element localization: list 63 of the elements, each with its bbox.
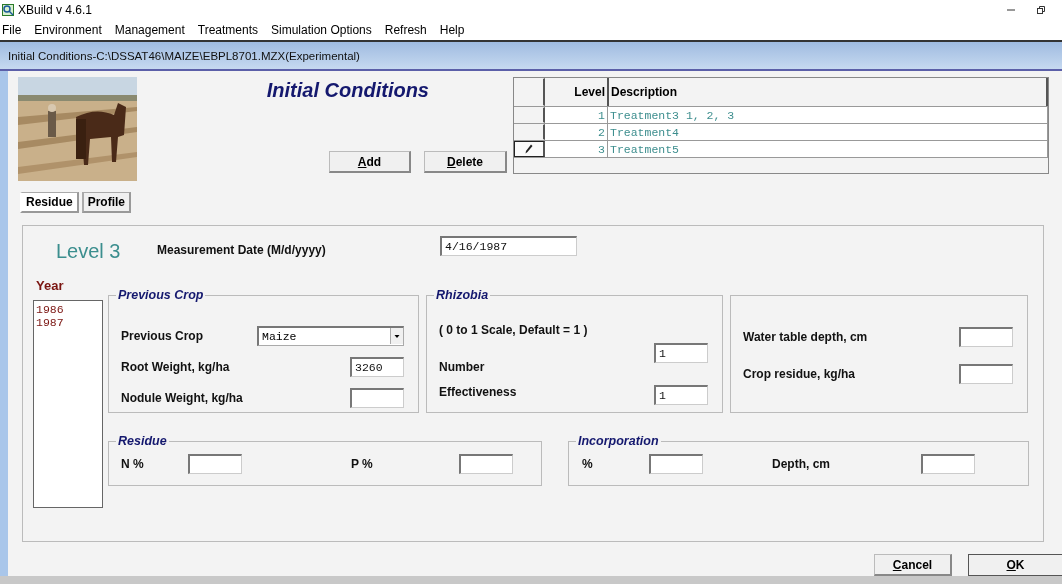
input-field[interactable] xyxy=(921,454,975,474)
group-title: Rhizobia xyxy=(434,288,491,302)
group-title: Incorporation xyxy=(576,434,661,448)
group-title: Previous Crop xyxy=(116,288,206,302)
table-cell: 3 xyxy=(545,141,608,157)
field-label: % xyxy=(582,457,594,471)
year-label: Year xyxy=(36,278,65,293)
pencil-icon xyxy=(525,144,533,154)
table-cell: 2 xyxy=(545,124,608,140)
field-label: Previous Crop xyxy=(121,328,204,343)
restore-icon[interactable] xyxy=(1036,5,1046,15)
input-field[interactable] xyxy=(649,454,703,474)
field-label: Root Weight, kg/ha xyxy=(121,359,230,374)
column-header[interactable]: Level xyxy=(545,78,609,106)
menu-item[interactable]: Help xyxy=(439,23,465,37)
group-title: Residue xyxy=(116,434,169,448)
menu-item[interactable]: Management xyxy=(114,23,185,37)
add-button[interactable]: Add xyxy=(329,151,411,173)
column-header[interactable]: Description xyxy=(609,78,1048,106)
input-field[interactable]: 3260 xyxy=(350,356,404,377)
input-field[interactable]: 1 xyxy=(654,343,708,363)
table-cell: Treatment3 1, 2, 3 xyxy=(608,107,1048,123)
menu-item[interactable]: Simulation Options xyxy=(271,23,372,37)
field-label: Nodule Weight, kg/ha xyxy=(121,390,243,405)
field-label: N % xyxy=(121,457,145,471)
delete-button[interactable]: Delete xyxy=(424,151,507,173)
cancel-button[interactable]: Cancel xyxy=(874,554,952,576)
menu-item[interactable]: Refresh xyxy=(384,23,427,37)
tab[interactable]: Profile xyxy=(81,192,132,213)
input-field[interactable]: 1 xyxy=(654,385,708,405)
level-title: Level 3 xyxy=(56,240,122,263)
field-label: Crop residue, kg/ha xyxy=(743,366,856,381)
field-label: P % xyxy=(351,457,374,471)
list-item[interactable]: 1987 xyxy=(36,316,100,329)
menu-item[interactable]: Treatments xyxy=(197,23,258,37)
form-heading: Initial Conditions xyxy=(266,79,429,102)
menu-item[interactable]: Environment xyxy=(34,23,102,37)
date-field[interactable]: 4/16/1987 xyxy=(440,236,577,256)
crop-dropdown[interactable]: Maize xyxy=(257,325,404,346)
app-title: XBuild v 4.6.1 xyxy=(18,3,94,17)
menu-item[interactable]: File xyxy=(2,23,22,37)
field-label: Depth, cm xyxy=(772,457,831,471)
list-item[interactable]: 1986 xyxy=(36,303,100,316)
field-label: Measurement Date (M/d/yyyy) xyxy=(157,243,326,257)
field-label: Number xyxy=(439,360,486,374)
input-field[interactable] xyxy=(959,327,1013,347)
year-list[interactable]: 1986 1987 xyxy=(33,300,103,508)
input-field[interactable] xyxy=(350,387,404,408)
table-cell: Treatment5 xyxy=(608,141,1048,157)
input-field[interactable] xyxy=(459,454,513,474)
tab[interactable]: Residue xyxy=(20,192,79,213)
row-header[interactable] xyxy=(514,141,545,157)
app-icon xyxy=(2,4,14,16)
input-field[interactable] xyxy=(188,454,242,474)
table-cell: 1 xyxy=(545,107,608,123)
field-label: Water table depth, cm xyxy=(743,330,868,344)
ok-button[interactable]: OK xyxy=(968,554,1062,576)
table-cell: Treatment4 xyxy=(608,124,1048,140)
scale-note: ( 0 to 1 Scale, Default = 1 ) xyxy=(439,323,588,337)
field-label: Effectiveness xyxy=(439,385,518,401)
dialog-title: Initial Conditions-C:\DSSAT46\MAIZE\EBPL8701.MZX(Experimental) xyxy=(0,42,1062,71)
caret-icon xyxy=(390,328,403,344)
input-field[interactable] xyxy=(959,363,1013,384)
